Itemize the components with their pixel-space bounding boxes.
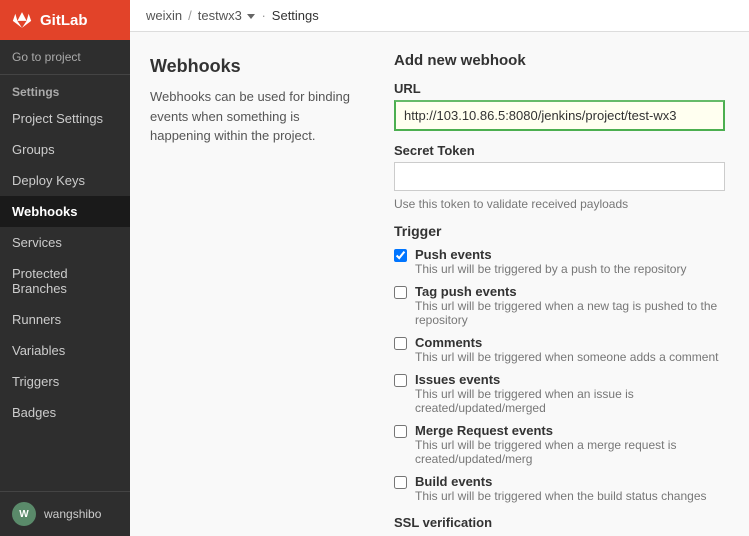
breadcrumb-sep1: /: [188, 8, 192, 23]
tag-push-events-desc: This url will be triggered when a new ta…: [415, 299, 725, 327]
comments-desc: This url will be triggered when someone …: [415, 350, 718, 364]
breadcrumb-repo[interactable]: testwx3: [198, 8, 256, 23]
push-events-desc: This url will be triggered by a push to …: [415, 262, 686, 276]
webhook-form-panel: Add new webhook URL Secret Token Use thi…: [370, 32, 749, 536]
comments-label: Comments: [415, 335, 718, 350]
user-profile[interactable]: W wangshibo: [0, 491, 130, 536]
breadcrumb: weixin / testwx3 · Settings: [130, 0, 749, 32]
issues-events-desc: This url will be triggered when an issue…: [415, 387, 725, 415]
trigger-merge-request-events: Merge Request events This url will be tr…: [394, 423, 725, 466]
gitlab-icon: [12, 10, 32, 30]
push-events-label: Push events: [415, 247, 686, 262]
breadcrumb-settings: Settings: [272, 8, 319, 23]
build-events-desc: This url will be triggered when the buil…: [415, 489, 707, 503]
merge-request-events-label: Merge Request events: [415, 423, 725, 438]
issues-events-checkbox[interactable]: [394, 374, 407, 387]
sidebar: GitLab Go to project Settings Project Se…: [0, 0, 130, 536]
avatar: W: [12, 502, 36, 526]
sidebar-item-protected-branches[interactable]: Protected Branches: [0, 258, 130, 304]
ssl-verification-section: SSL verification Enable SSL verification: [394, 515, 725, 536]
username-label: wangshibo: [44, 507, 101, 521]
page-body: Webhooks Webhooks can be used for bindin…: [130, 32, 749, 536]
page-description: Webhooks can be used for binding events …: [150, 87, 350, 146]
sidebar-item-project-settings[interactable]: Project Settings: [0, 103, 130, 134]
go-to-project[interactable]: Go to project: [0, 40, 130, 75]
main-content: weixin / testwx3 · Settings Webhooks Web…: [130, 0, 749, 536]
trigger-build-events: Build events This url will be triggered …: [394, 474, 725, 503]
secret-label: Secret Token: [394, 143, 725, 158]
ssl-section-label: SSL verification: [394, 515, 725, 530]
secret-hint: Use this token to validate received payl…: [394, 197, 725, 211]
sidebar-item-triggers[interactable]: Triggers: [0, 366, 130, 397]
repo-dropdown-icon[interactable]: [247, 14, 255, 19]
url-label: URL: [394, 81, 725, 96]
breadcrumb-sep2: ·: [261, 8, 265, 23]
sidebar-item-webhooks[interactable]: Webhooks: [0, 196, 130, 227]
sidebar-item-deploy-keys[interactable]: Deploy Keys: [0, 165, 130, 196]
trigger-issues-events: Issues events This url will be triggered…: [394, 372, 725, 415]
url-input[interactable]: [394, 100, 725, 131]
trigger-comments: Comments This url will be triggered when…: [394, 335, 725, 364]
gitlab-logo[interactable]: GitLab: [0, 0, 130, 40]
sidebar-section-label: Settings: [0, 75, 130, 103]
secret-token-input[interactable]: [394, 162, 725, 191]
form-title: Add new webhook: [394, 52, 725, 69]
trigger-tag-push-events: Tag push events This url will be trigger…: [394, 284, 725, 327]
sidebar-item-services[interactable]: Services: [0, 227, 130, 258]
merge-request-events-checkbox[interactable]: [394, 425, 407, 438]
sidebar-item-runners[interactable]: Runners: [0, 304, 130, 335]
comments-checkbox[interactable]: [394, 337, 407, 350]
page-title: Webhooks: [150, 56, 350, 77]
tag-push-events-label: Tag push events: [415, 284, 725, 299]
issues-events-label: Issues events: [415, 372, 725, 387]
merge-request-events-desc: This url will be triggered when a merge …: [415, 438, 725, 466]
gitlab-label: GitLab: [40, 12, 88, 29]
sidebar-item-groups[interactable]: Groups: [0, 134, 130, 165]
trigger-push-events: Push events This url will be triggered b…: [394, 247, 725, 276]
tag-push-events-checkbox[interactable]: [394, 286, 407, 299]
build-events-label: Build events: [415, 474, 707, 489]
breadcrumb-owner[interactable]: weixin: [146, 8, 182, 23]
build-events-checkbox[interactable]: [394, 476, 407, 489]
push-events-checkbox[interactable]: [394, 249, 407, 262]
trigger-title: Trigger: [394, 223, 725, 239]
left-description-panel: Webhooks Webhooks can be used for bindin…: [130, 32, 370, 536]
sidebar-item-badges[interactable]: Badges: [0, 397, 130, 428]
sidebar-item-variables[interactable]: Variables: [0, 335, 130, 366]
